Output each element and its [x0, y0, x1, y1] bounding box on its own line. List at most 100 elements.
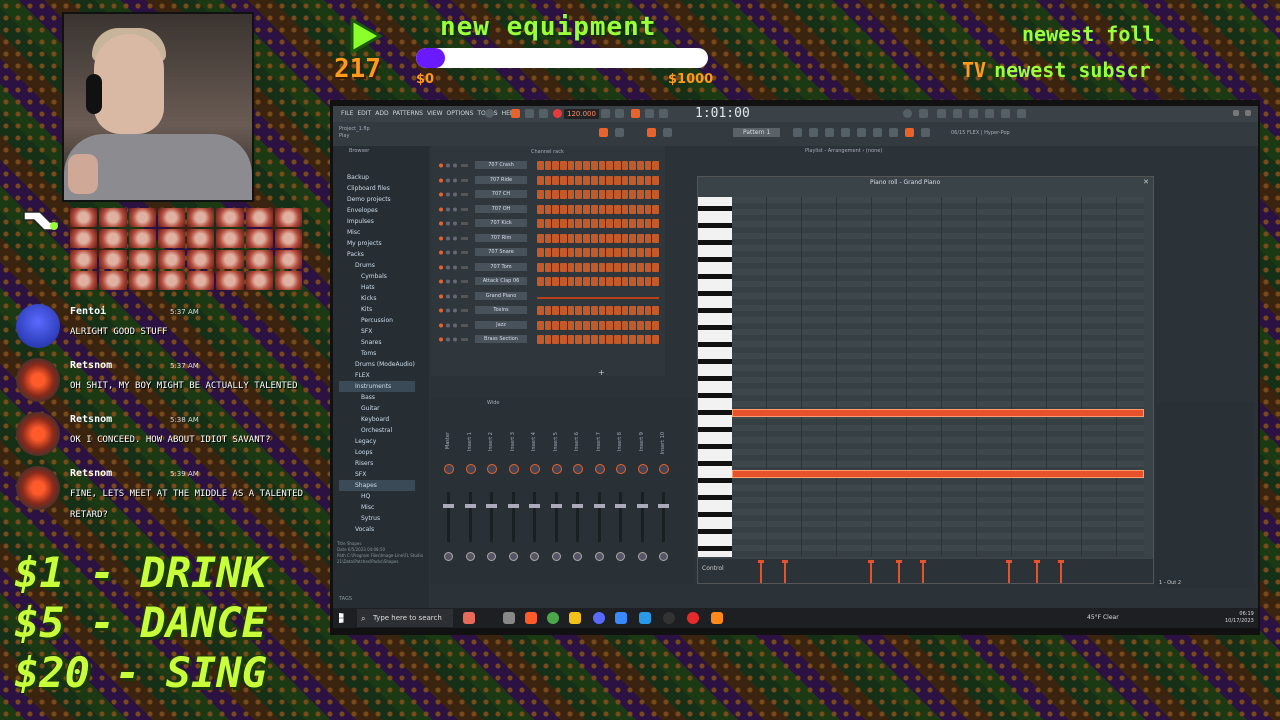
taskbar-clock[interactable]: 06:19 10/17/2023	[1225, 611, 1254, 625]
step-sequencer[interactable]	[537, 320, 659, 330]
step-button[interactable]	[552, 320, 560, 330]
step-button[interactable]	[621, 277, 629, 286]
step-button[interactable]	[544, 306, 552, 315]
browser-item[interactable]: HQ	[339, 491, 415, 502]
velocity-bar[interactable]	[1034, 560, 1040, 583]
mixer-track[interactable]: Insert 2	[482, 412, 502, 582]
browser-item[interactable]: Drums (ModeAudio)	[339, 359, 415, 370]
mixer-track[interactable]: Insert 10	[654, 412, 674, 582]
step-button[interactable]	[636, 248, 644, 257]
browser-item[interactable]: Clipboard files	[339, 183, 415, 194]
step-button[interactable]	[613, 190, 621, 199]
step-sequencer[interactable]	[537, 204, 659, 214]
step-button[interactable]	[621, 219, 629, 228]
channel-name-button[interactable]: Grand Piano	[475, 291, 527, 300]
file-explorer-icon[interactable]	[615, 612, 627, 624]
step-button[interactable]	[629, 204, 636, 214]
channel-name-button[interactable]: 707 Snare	[475, 248, 527, 256]
browser-item[interactable]: Keyboard	[339, 414, 415, 425]
step-button[interactable]	[544, 248, 552, 257]
metronome-icon[interactable]	[485, 109, 494, 118]
step-button[interactable]	[621, 248, 629, 257]
velocity-bar[interactable]	[1006, 560, 1012, 583]
pan-knob[interactable]	[530, 464, 540, 474]
step-button[interactable]	[560, 219, 567, 228]
help-icon[interactable]	[937, 109, 946, 118]
step-button[interactable]	[575, 219, 583, 228]
taskbar-search[interactable]: Type here to search	[357, 609, 453, 627]
snap-icon[interactable]	[599, 128, 608, 137]
step-button[interactable]	[636, 262, 644, 272]
chrome-icon[interactable]	[547, 612, 559, 624]
channel-controls[interactable]	[439, 265, 469, 270]
step-button[interactable]	[652, 175, 659, 185]
step-button[interactable]	[598, 320, 606, 330]
channel-controls[interactable]	[439, 279, 469, 284]
fader-cap[interactable]	[529, 504, 540, 508]
step-button[interactable]	[575, 233, 583, 243]
step-button[interactable]	[552, 190, 560, 199]
step-button[interactable]	[606, 277, 613, 286]
step-button[interactable]	[537, 190, 544, 199]
app-icon[interactable]	[639, 612, 651, 624]
step-button[interactable]	[621, 175, 629, 185]
send-knob[interactable]	[594, 552, 604, 561]
browser-item[interactable]: Backup	[339, 172, 415, 183]
step-button[interactable]	[613, 262, 621, 272]
step-sequencer[interactable]	[537, 248, 659, 257]
add-channel-button[interactable]: +	[598, 368, 605, 377]
channel-controls[interactable]	[439, 308, 469, 313]
step-button[interactable]	[590, 175, 598, 185]
volume-fader[interactable]	[468, 492, 472, 542]
step-button[interactable]	[537, 277, 544, 286]
step-sequencer[interactable]	[537, 306, 659, 315]
pan-knob[interactable]	[637, 464, 648, 474]
step-button[interactable]	[583, 233, 590, 243]
step-button[interactable]	[567, 161, 575, 170]
windows-start-icon[interactable]	[339, 613, 344, 623]
step-button[interactable]	[629, 320, 636, 330]
step-sequencer[interactable]	[537, 277, 659, 286]
step-button[interactable]	[567, 335, 575, 344]
step-button[interactable]	[598, 204, 606, 214]
obs-icon[interactable]	[663, 612, 675, 624]
step-button[interactable]	[567, 306, 575, 315]
step-button[interactable]	[629, 262, 636, 272]
step-sequencer[interactable]	[537, 296, 659, 299]
step-button[interactable]	[652, 306, 659, 315]
step-button[interactable]	[560, 204, 567, 214]
step-button[interactable]	[621, 335, 629, 344]
browser-item[interactable]: Envelopes	[339, 205, 415, 216]
mixer-track[interactable]: Insert 3	[504, 412, 524, 582]
channel-row[interactable]: 707 Snare	[433, 247, 661, 258]
step-button[interactable]	[567, 175, 575, 185]
step-button[interactable]	[583, 306, 590, 315]
browser-item[interactable]: Vocals	[339, 524, 415, 535]
step-button[interactable]	[544, 277, 552, 286]
step-button[interactable]	[644, 320, 652, 330]
step-button[interactable]	[636, 277, 644, 286]
step-button[interactable]	[629, 219, 636, 228]
fader-cap[interactable]	[550, 504, 562, 508]
step-button[interactable]	[590, 262, 598, 272]
pan-knob[interactable]	[487, 464, 497, 474]
step-button[interactable]	[544, 320, 552, 330]
volume-fader[interactable]	[619, 492, 622, 542]
step-button[interactable]	[537, 204, 544, 214]
step-button[interactable]	[552, 277, 560, 286]
step-button[interactable]	[590, 219, 598, 228]
step-button[interactable]	[544, 190, 552, 199]
channel-row[interactable]: Attack Clap 06	[433, 276, 661, 287]
pan-knob[interactable]	[573, 464, 583, 474]
step-button[interactable]	[644, 306, 652, 315]
step-button[interactable]	[544, 204, 552, 214]
step-button[interactable]	[629, 277, 636, 286]
step-button[interactable]	[552, 161, 560, 170]
step-button[interactable]	[598, 219, 606, 228]
step-sequencer[interactable]	[537, 233, 659, 243]
step-button[interactable]	[636, 335, 644, 344]
step-button[interactable]	[636, 204, 644, 214]
step-sequencer[interactable]	[537, 219, 659, 228]
weather-widget[interactable]: 45°F Clear	[1087, 614, 1119, 621]
channel-row[interactable]: Jazz	[433, 320, 661, 331]
